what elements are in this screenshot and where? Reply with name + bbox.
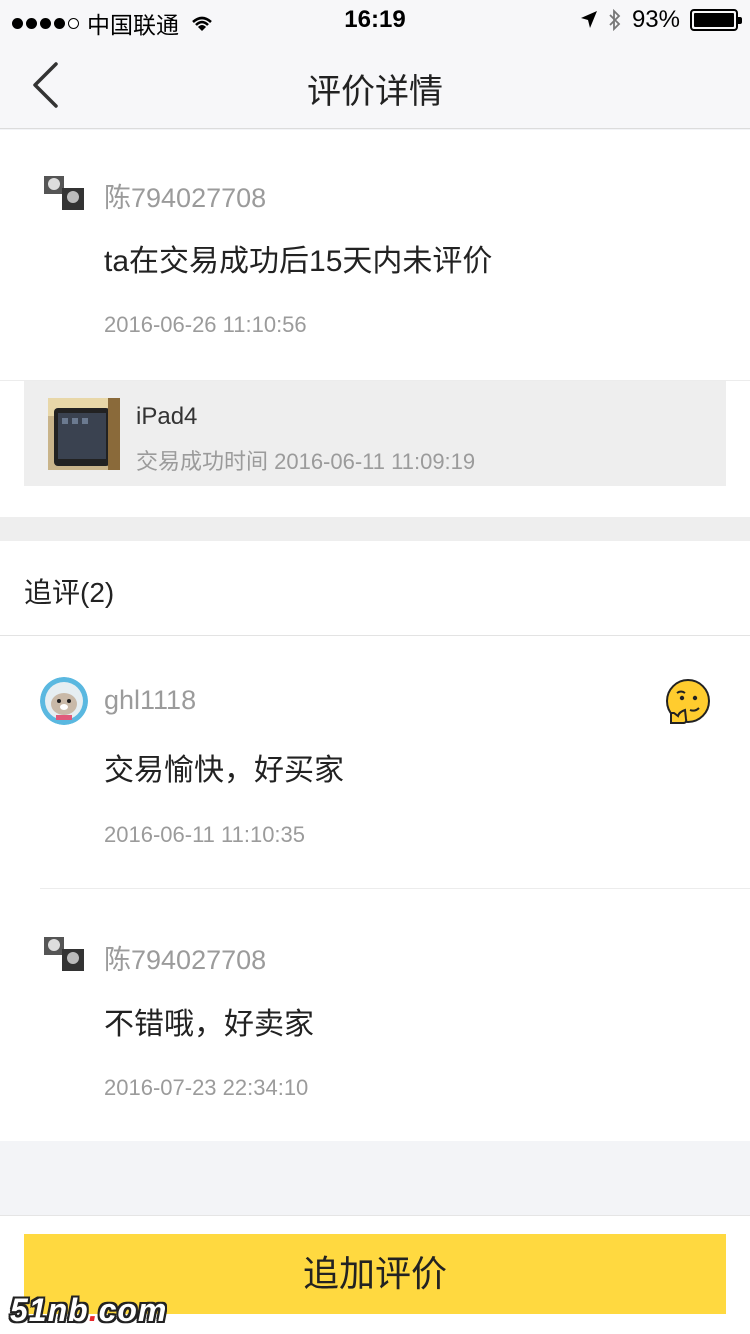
section-gap bbox=[0, 517, 750, 541]
item-trade-time: 交易成功时间 2016-06-11 11:09:19 bbox=[136, 449, 476, 474]
status-bar: 中国联通 16:19 93% bbox=[0, 0, 750, 40]
location-arrow-icon bbox=[580, 11, 597, 28]
avatar[interactable] bbox=[40, 677, 88, 725]
followup-username[interactable]: ghl1118 bbox=[104, 685, 196, 716]
nav-bar: 评价详情 bbox=[0, 40, 750, 129]
bluetooth-icon bbox=[609, 9, 621, 31]
followup-header: 追评(2) bbox=[24, 577, 115, 608]
followup-content: 不错哦，好卖家 bbox=[104, 1008, 314, 1041]
followup-content: 交易愉快，好买家 bbox=[104, 754, 344, 787]
battery-icon bbox=[690, 9, 742, 31]
avatar[interactable] bbox=[42, 933, 86, 977]
item-thumbnail bbox=[48, 398, 120, 470]
divider bbox=[40, 888, 750, 889]
followup-time: 2016-07-23 22:34:10 bbox=[104, 1075, 309, 1100]
review-time: 2016-06-26 11:10:56 bbox=[104, 312, 307, 337]
page: 中国联通 16:19 93% 评价详情 陈794027708 ta在交易成功后1… bbox=[0, 0, 750, 1334]
battery-percent: 93% bbox=[631, 6, 680, 33]
review-content: ta在交易成功后15天内未评价 bbox=[104, 245, 493, 278]
item-name: iPad4 bbox=[136, 403, 198, 430]
item-section: iPad4 交易成功时间 2016-06-11 11:09:19 bbox=[0, 380, 750, 517]
divider bbox=[0, 635, 750, 636]
thinking-emoji-icon[interactable] bbox=[665, 679, 711, 725]
followup-section: 追评(2) ghl1118 交易愉快，好买家 2016-06-11 11:10:… bbox=[0, 541, 750, 1141]
avatar[interactable] bbox=[42, 172, 86, 216]
item-card[interactable]: iPad4 交易成功时间 2016-06-11 11:09:19 bbox=[24, 381, 726, 486]
watermark-logo: 51nb.com bbox=[10, 1292, 168, 1328]
status-right: 93% bbox=[580, 6, 742, 34]
review-card: 陈794027708 ta在交易成功后15天内未评价 2016-06-26 11… bbox=[0, 130, 750, 380]
followup-time: 2016-06-11 11:10:35 bbox=[104, 822, 306, 847]
review-username[interactable]: 陈794027708 bbox=[104, 176, 266, 215]
page-title: 评价详情 bbox=[307, 73, 443, 111]
followup-username[interactable]: 陈794027708 bbox=[104, 938, 266, 977]
